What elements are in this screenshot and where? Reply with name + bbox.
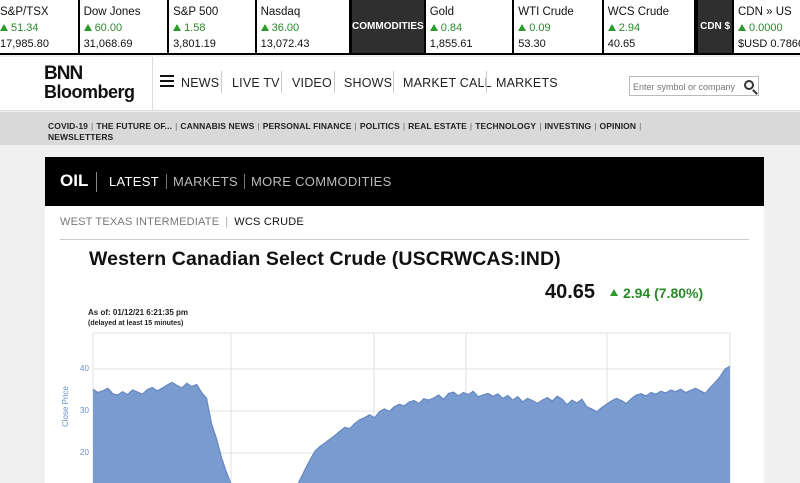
- divider: |: [402, 121, 406, 131]
- ticker-item-wcs[interactable]: WCS Crude 2.94 40.65: [603, 0, 695, 53]
- topic-link[interactable]: POLITICS: [360, 121, 400, 131]
- y-axis-label: Close Price: [61, 386, 70, 427]
- topic-link[interactable]: INVESTING: [545, 121, 592, 131]
- ticker-item-wti[interactable]: WTI Crude 0.09 53.30: [514, 0, 602, 53]
- ticker-name: WCS Crude: [607, 6, 670, 18]
- ticker-price: 53.30: [518, 38, 546, 50]
- commodities-label[interactable]: COMMODITIES: [352, 0, 424, 53]
- divider: [221, 71, 222, 93]
- up-arrow-icon: [173, 24, 182, 31]
- ticker-name: CDN » US: [738, 6, 792, 18]
- ticker-price: 3,801.19: [173, 38, 216, 50]
- nav-video[interactable]: VIDEO: [292, 76, 332, 90]
- ticker-price: 13,072.43: [260, 38, 310, 50]
- ticker-name: S&P 500: [173, 6, 219, 18]
- divider: |: [594, 121, 597, 131]
- nav-news[interactable]: NEWS: [181, 76, 219, 90]
- topic-link[interactable]: REAL ESTATE: [408, 121, 467, 131]
- topic-link[interactable]: CANNABIS NEWS: [180, 121, 254, 131]
- divider: [393, 71, 394, 93]
- ticker-name: Gold: [429, 6, 455, 18]
- nav-live-tv[interactable]: LIVE TV: [232, 76, 280, 90]
- ticker-item-sp500[interactable]: S&P 500 1.58 3,801.19: [169, 0, 255, 53]
- ticker-price: 17,985.80: [0, 38, 49, 50]
- topic-link[interactable]: OPINION: [600, 121, 637, 131]
- logo-line1: BNN: [44, 63, 83, 84]
- bnn-bloomberg-logo[interactable]: BNN Bloomberg: [44, 63, 144, 102]
- divider: [281, 71, 282, 93]
- ticker-change: 60.00: [83, 20, 168, 36]
- divider: [152, 57, 153, 111]
- ticker-change: 0.0000: [738, 20, 800, 36]
- price-chart[interactable]: [45, 157, 764, 483]
- nav-markets[interactable]: MARKETS: [496, 76, 558, 90]
- topic-link[interactable]: NEWSLETTERS: [48, 132, 113, 142]
- nav-market-call[interactable]: MARKET CALL: [403, 76, 492, 90]
- symbol-search: [629, 76, 759, 96]
- up-arrow-icon: [0, 24, 8, 31]
- ticker-name: Dow Jones: [83, 6, 141, 18]
- ticker-change: 51.34: [0, 20, 78, 36]
- y-tick-label: 20: [80, 448, 89, 457]
- ticker-name: Nasdaq: [260, 6, 301, 18]
- ticker-price: 31,068.69: [83, 38, 133, 50]
- ticker-item-sptsx[interactable]: S&P/TSX 51.34 17,985.80: [0, 0, 78, 53]
- ticker-item-gold[interactable]: Gold 0.84 1,855.61: [425, 0, 513, 53]
- ticker-change: 1.58: [173, 20, 255, 36]
- ticker-price: 40.65: [607, 38, 636, 50]
- ticker-change: 36.00: [260, 20, 349, 36]
- divider: |: [469, 121, 473, 131]
- logo-line2: Bloomberg: [44, 82, 135, 102]
- commodity-card: OIL LATEST MARKETS MORE COMMODITIES WEST…: [45, 157, 764, 483]
- search-input[interactable]: [630, 78, 738, 96]
- ticker-change: 0.84: [429, 20, 513, 36]
- hamburger-menu-icon[interactable]: [160, 75, 174, 87]
- ticker-name: S&P/TSX: [0, 6, 49, 18]
- up-arrow-icon: [518, 24, 527, 31]
- up-arrow-icon: [260, 24, 269, 31]
- nav-shows[interactable]: SHOWS: [344, 76, 392, 90]
- y-tick-label: 40: [80, 364, 89, 373]
- up-arrow-icon: [607, 24, 616, 31]
- divider: |: [639, 121, 642, 131]
- topic-link[interactable]: TECHNOLOGY: [475, 121, 536, 131]
- divider: |: [539, 121, 542, 131]
- topic-nav: COVID-19 | THE FUTURE OF... | CANNABIS NEWS |…: [0, 112, 800, 145]
- topic-link[interactable]: PERSONAL FINANCE: [263, 121, 352, 131]
- divider: |: [175, 121, 178, 131]
- ticker-change: 0.09: [518, 20, 602, 36]
- divider: [486, 71, 487, 93]
- topic-link[interactable]: COVID-19: [48, 121, 88, 131]
- topic-link[interactable]: THE FUTURE OF...: [96, 121, 172, 131]
- up-arrow-icon: [429, 24, 438, 31]
- up-arrow-icon: [738, 24, 746, 31]
- ticker-price: 1,855.61: [429, 38, 473, 50]
- divider: |: [257, 121, 260, 131]
- divider: |: [354, 121, 357, 131]
- up-arrow-icon: [83, 24, 92, 31]
- ticker-item-cdn[interactable]: CDN » US 0.0000 $USD 0.7866: [734, 0, 800, 53]
- y-tick-label: 30: [80, 406, 89, 415]
- ticker-price: $USD 0.7866: [738, 38, 800, 50]
- ticker-item-dow[interactable]: Dow Jones 60.00 31,068.69: [79, 0, 168, 53]
- ticker-change: 2.94: [607, 20, 694, 36]
- market-ticker: S&P/TSX 51.34 17,985.80 Dow Jones 60.00 …: [0, 0, 800, 55]
- ticker-item-nasdaq[interactable]: Nasdaq 36.00 13,072.43: [256, 0, 350, 53]
- ticker-name: WTI Crude: [518, 6, 574, 18]
- cdn-label[interactable]: CDN $: [698, 0, 732, 53]
- divider: |: [91, 121, 94, 131]
- divider: [334, 71, 335, 93]
- topic-links: COVID-19 | THE FUTURE OF... | CANNABIS NEWS |…: [48, 121, 748, 143]
- search-icon[interactable]: [744, 80, 754, 90]
